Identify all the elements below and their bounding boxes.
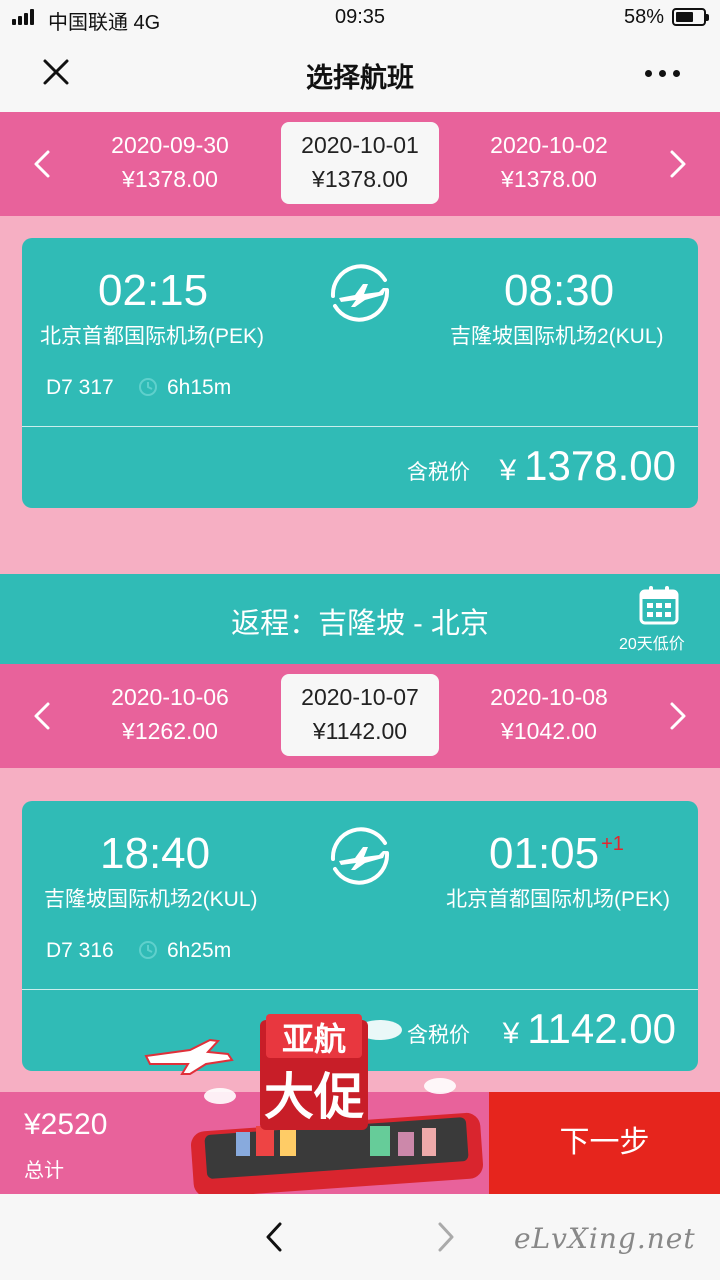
- arrival-time: 01:05 +1: [489, 829, 624, 878]
- price-label: 含税价: [407, 461, 470, 484]
- calendar-icon[interactable]: [638, 584, 680, 626]
- departure-time: 02:15: [98, 266, 209, 315]
- departure-airport: 吉隆坡国际机场2(KUL): [44, 888, 258, 911]
- next-date-arrow-icon[interactable]: [662, 696, 692, 736]
- browser-bottom-bar: eLvXing.net: [0, 1194, 720, 1280]
- divider: [22, 989, 698, 990]
- inbound-date-bar: 2020-10-06 ¥1262.00 2020-10-07 ¥1142.00 20…: [0, 664, 720, 768]
- airline-logo-icon: [330, 827, 390, 885]
- battery-icon: [672, 8, 709, 26]
- status-bar: 中国联通 4G 09:35 58%: [0, 0, 720, 36]
- divider: [22, 426, 698, 427]
- clock-icon: [139, 378, 157, 396]
- date-option[interactable]: 2020-10-06 ¥1262.00: [91, 674, 249, 756]
- date-option-selected[interactable]: 2020-10-07 ¥1142.00: [281, 674, 439, 756]
- page-title: 选择航班: [306, 63, 414, 93]
- arrival-airport: 北京首都国际机场(PEK): [446, 888, 671, 911]
- promo-line2: 大促: [264, 1068, 364, 1126]
- outbound-flight-card[interactable]: 02:15 北京首都国际机场(PEK) 08:30 吉隆坡国际机场2(KUL) …: [22, 238, 698, 508]
- prev-date-arrow-icon[interactable]: [28, 144, 58, 184]
- date-option[interactable]: 2020-10-02 ¥1378.00: [470, 122, 628, 204]
- calendar-label[interactable]: 20天低价: [619, 630, 685, 654]
- watermark: eLvXing.net: [514, 1222, 696, 1255]
- flight-duration: 6h25m: [167, 939, 232, 962]
- arrival-time: 08:30: [504, 266, 615, 315]
- flight-duration: 6h15m: [167, 376, 232, 399]
- next-date-arrow-icon[interactable]: [662, 144, 692, 184]
- battery-percent: 58%: [623, 6, 664, 28]
- total-price: ¥2520: [24, 1108, 108, 1141]
- departure-airport: 北京首都国际机场(PEK): [40, 325, 265, 348]
- clock-icon: [139, 941, 157, 959]
- flight-price: ¥1142.00: [502, 1005, 676, 1052]
- prev-date-arrow-icon[interactable]: [28, 696, 58, 736]
- date-option-selected[interactable]: 2020-10-01 ¥1378.00: [281, 122, 439, 204]
- airline-logo-icon: [330, 264, 390, 322]
- forward-arrow-icon[interactable]: [434, 1220, 458, 1254]
- flight-number: D7 317: [46, 376, 114, 399]
- date-option[interactable]: 2020-10-08 ¥1042.00: [470, 674, 628, 756]
- promo-banner[interactable]: 亚航 大促: [140, 1010, 490, 1195]
- flight-price: ¥1378.00: [499, 442, 676, 489]
- date-option[interactable]: 2020-09-30 ¥1378.00: [91, 122, 249, 204]
- back-arrow-icon[interactable]: [262, 1220, 286, 1254]
- departure-time: 18:40: [100, 829, 211, 878]
- return-route-label: 返程：吉隆坡 - 北京: [231, 608, 489, 640]
- next-step-button[interactable]: 下一步: [489, 1092, 720, 1194]
- more-icon[interactable]: [645, 70, 680, 77]
- promo-line1: 亚航: [282, 1020, 346, 1058]
- nav-bar: 选择航班: [0, 36, 720, 112]
- total-label: 总计: [24, 1160, 64, 1182]
- outbound-date-bar: 2020-09-30 ¥1378.00 2020-10-01 ¥1378.00 20…: [0, 112, 720, 216]
- return-bar: 返程：吉隆坡 - 北京 20天低价: [0, 574, 720, 664]
- clock-label: 09:35: [334, 6, 386, 28]
- next-day-badge: +1: [601, 833, 624, 855]
- arrival-airport: 吉隆坡国际机场2(KUL): [450, 325, 664, 348]
- flight-number: D7 316: [46, 939, 114, 962]
